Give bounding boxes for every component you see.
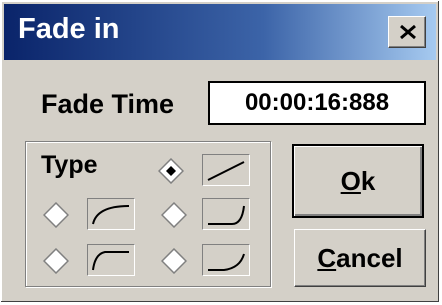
fade-time-field[interactable]: 00:00:16:888	[208, 81, 426, 125]
cancel-mnemonic: C	[317, 243, 337, 273]
radio-unselected-icon[interactable]	[161, 248, 187, 274]
radio-unselected-icon[interactable]	[43, 202, 69, 228]
fade-time-label: Fade Time	[41, 89, 175, 119]
ok-label-rest: k	[360, 166, 376, 196]
ok-button[interactable]: Ok	[292, 144, 424, 218]
radio-unselected-icon[interactable]	[43, 248, 69, 274]
close-button[interactable]	[388, 16, 426, 48]
exp-gentle-curve-icon	[202, 244, 250, 276]
title-bar[interactable]: Fade in	[4, 4, 436, 60]
close-x-icon	[400, 24, 416, 40]
cancel-label-rest: ancel	[336, 243, 403, 273]
exp-late-curve-icon	[202, 198, 250, 230]
fade-in-dialog: Fade in Fade Time 00:00:16:888 Type Ok C…	[0, 0, 440, 303]
ok-mnemonic: O	[340, 166, 361, 196]
log-steep-curve-icon	[87, 244, 135, 276]
linear-curve-icon	[202, 154, 250, 186]
cancel-button[interactable]: Cancel	[294, 229, 426, 287]
log-gentle-curve-icon	[87, 198, 135, 230]
window-title: Fade in	[18, 13, 120, 45]
type-label: Type	[41, 151, 98, 179]
radio-unselected-icon[interactable]	[161, 202, 187, 228]
radio-selected-icon[interactable]	[158, 158, 184, 184]
